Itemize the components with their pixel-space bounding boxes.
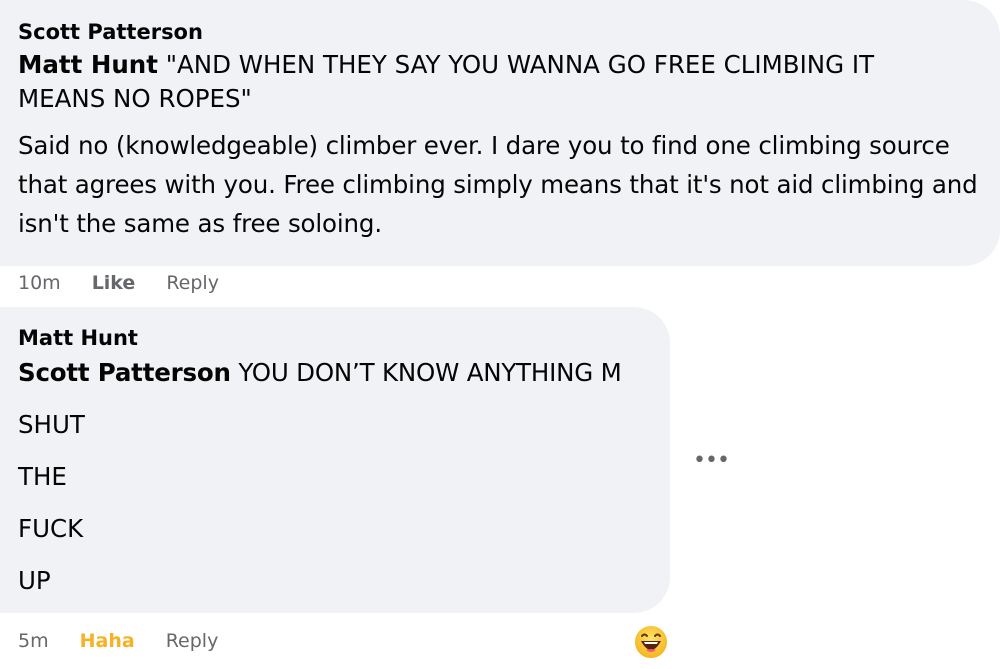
comment-actions: 5m Haha Reply	[18, 630, 249, 652]
comment-actions: 10m Like Reply	[18, 272, 250, 294]
like-button[interactable]: Like	[92, 272, 136, 294]
comment-line: SHUT	[18, 410, 85, 439]
comment-body: Said no (knowledgeable) climber ever. I …	[18, 131, 978, 238]
haha-reaction-label[interactable]: Haha	[80, 630, 135, 652]
comment-text-quote: Matt Hunt "AND WHEN THEY SAY YOU WANNA G…	[18, 48, 918, 116]
comment-timestamp[interactable]: 5m	[18, 630, 49, 652]
comment-author[interactable]: Matt Hunt	[18, 324, 652, 352]
comment-line: THE	[18, 462, 67, 491]
mention-link[interactable]: Scott Patterson	[18, 358, 231, 387]
comment-timestamp[interactable]: 10m	[18, 272, 61, 294]
ellipsis-icon[interactable]: •••	[693, 450, 730, 472]
comment-bubble: Scott Patterson Matt Hunt "AND WHEN THEY…	[0, 0, 1000, 266]
comment-author[interactable]: Scott Patterson	[18, 18, 982, 46]
comment-bubble: Matt Hunt Scott Patterson YOU DON’T KNOW…	[0, 307, 670, 613]
comment-line: FUCK	[18, 514, 84, 543]
reply-button[interactable]: Reply	[166, 630, 219, 652]
comment-line: UP	[18, 566, 51, 595]
comment-text-first-line: Scott Patterson YOU DON’T KNOW ANYTHING …	[18, 356, 652, 390]
mention-link[interactable]: Matt Hunt	[18, 50, 158, 79]
first-line-text: YOU DON’T KNOW ANYTHING M	[230, 358, 622, 387]
reply-button[interactable]: Reply	[166, 272, 219, 294]
grinning-face-icon[interactable]	[632, 623, 670, 661]
